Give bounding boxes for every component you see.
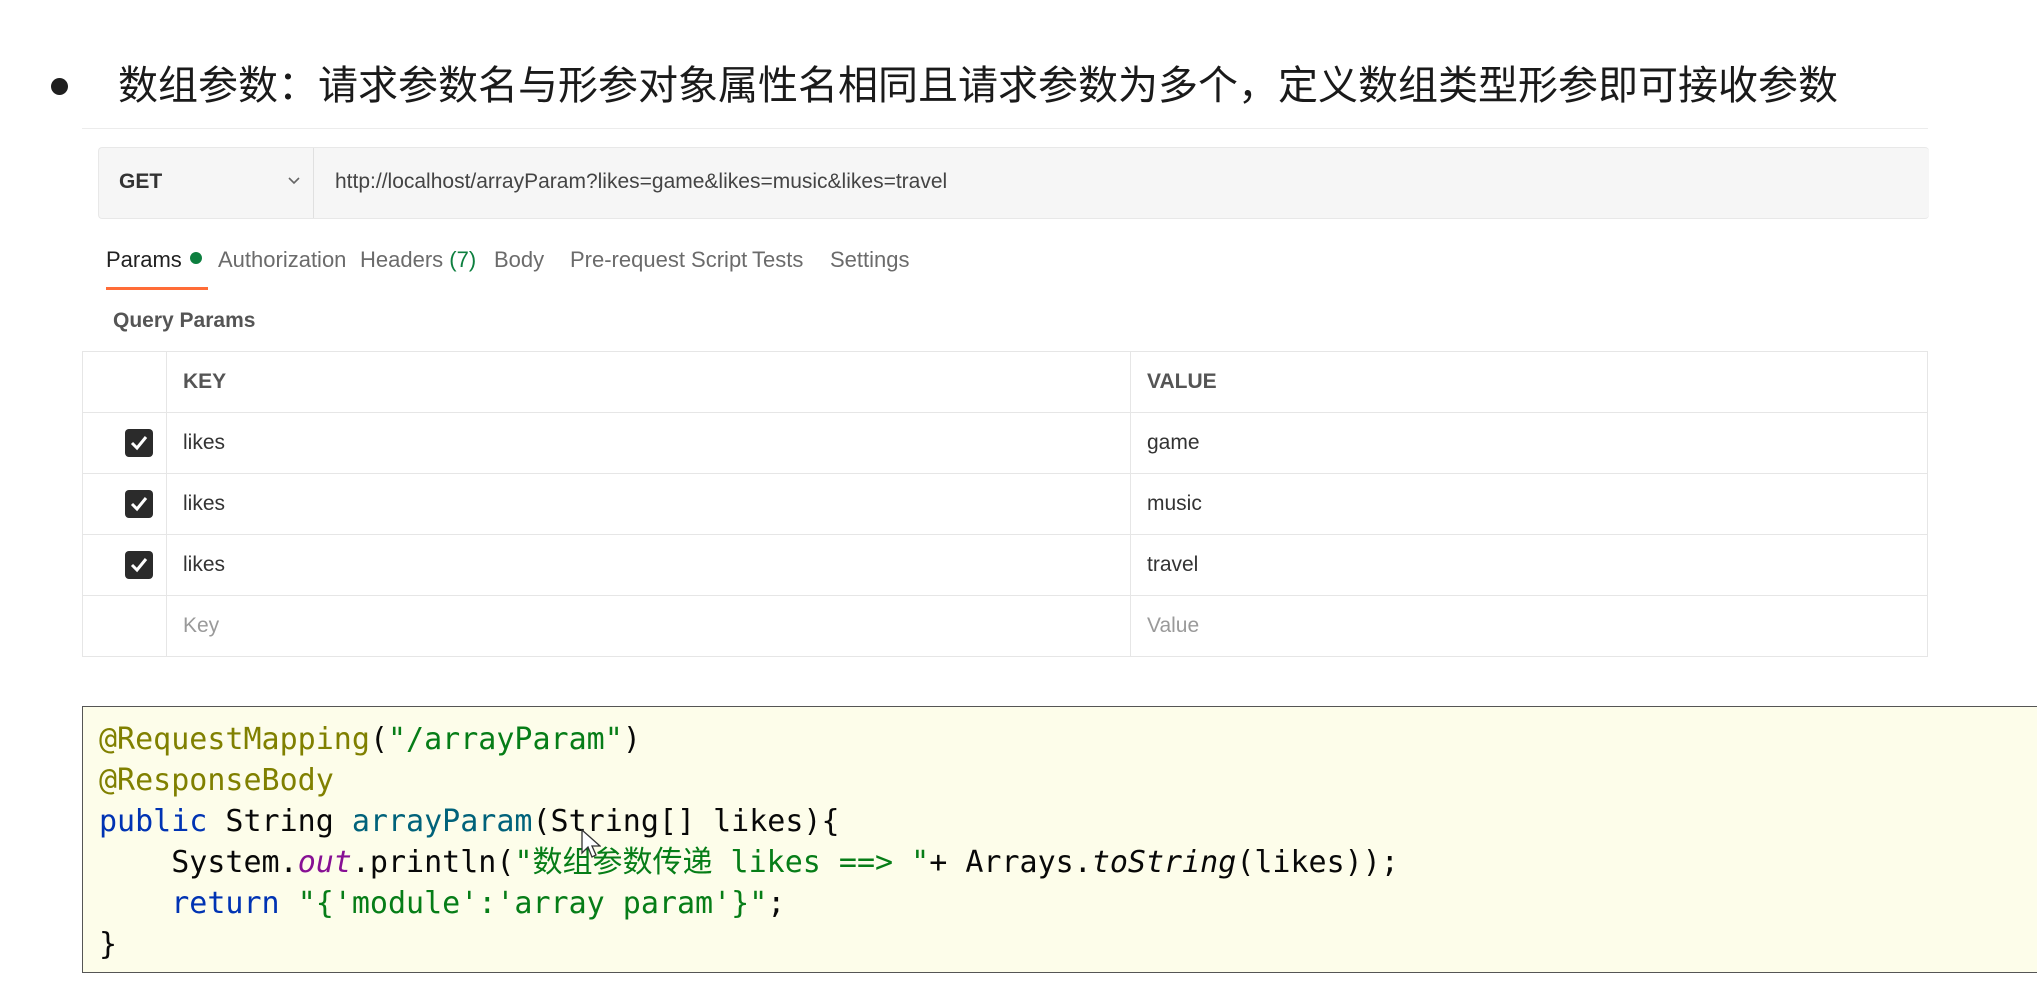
table-row: likes music: [82, 474, 1928, 535]
table-header-row: KEY VALUE: [82, 352, 1928, 413]
code-line-3: public String arrayParam(String[] likes)…: [99, 801, 2037, 842]
tab-body[interactable]: Body: [494, 247, 544, 273]
row-value-cell[interactable]: travel: [1131, 535, 1928, 595]
table-row: likes travel: [82, 535, 1928, 596]
new-value-input[interactable]: Value: [1131, 596, 1928, 656]
code-line-2: @ResponseBody: [99, 760, 2037, 801]
request-panel: GET http://localhost/arrayParam?likes=ga…: [82, 128, 1929, 659]
url-bar: GET http://localhost/arrayParam?likes=ga…: [98, 147, 1929, 219]
tab-headers-label: Headers: [360, 247, 444, 272]
code-type: String: [207, 804, 352, 839]
table-row-empty: Key Value: [82, 596, 1928, 657]
query-params-table: KEY VALUE likes game likes music likes t…: [82, 351, 1928, 657]
value-placeholder: Value: [1147, 614, 1200, 637]
param-value: travel: [1147, 553, 1199, 576]
row-key-cell[interactable]: likes: [167, 413, 1131, 473]
code-keyword: return: [171, 886, 280, 921]
code-string: "数组参数传递 likes ==> ": [514, 845, 930, 880]
header-check-cell: [83, 352, 167, 412]
method-select[interactable]: GET: [99, 148, 314, 218]
query-params-title: Query Params: [113, 309, 256, 332]
param-key: likes: [183, 431, 226, 454]
key-placeholder: Key: [183, 614, 220, 637]
page-heading: 数组参数：请求参数名与形参对象属性名相同且请求参数为多个，定义数组类型形参即可接…: [118, 63, 1838, 109]
row-check-cell: [83, 413, 167, 473]
row-check-cell: [83, 596, 167, 656]
code-keyword: public: [99, 804, 208, 839]
column-header-value: VALUE: [1147, 370, 1217, 393]
tab-headers-count: (7): [449, 247, 477, 272]
mouse-cursor-icon: [581, 829, 601, 858]
tab-headers[interactable]: Headers (7): [360, 247, 476, 273]
code-text: .println(: [351, 845, 515, 880]
code-line-1: @RequestMapping("/arrayParam"): [99, 719, 2037, 760]
code-text: (likes));: [1236, 845, 1399, 880]
code-annotation: @RequestMapping: [99, 722, 370, 757]
code-block: @RequestMapping("/arrayParam") @Response…: [82, 706, 2037, 973]
header-key-cell: KEY: [167, 352, 1131, 412]
code-text: System.: [171, 845, 298, 880]
row-check-cell: [83, 535, 167, 595]
url-input[interactable]: http://localhost/arrayParam?likes=game&l…: [335, 170, 947, 194]
checkmark-icon: [130, 558, 148, 573]
code-paren: ): [622, 722, 641, 757]
tab-pre-request-script-label: Pre-request Script: [570, 247, 748, 272]
row-key-cell[interactable]: likes: [167, 535, 1131, 595]
tab-body-label: Body: [494, 247, 545, 272]
code-method-name: arrayParam: [351, 804, 533, 839]
code-string: "/arrayParam": [388, 722, 623, 757]
chevron-down-icon: [288, 177, 300, 185]
code-static-method: toString: [1091, 845, 1237, 880]
param-value: game: [1147, 431, 1200, 454]
row-key-cell[interactable]: likes: [167, 474, 1131, 534]
tab-authorization[interactable]: Authorization: [218, 247, 346, 273]
tab-params[interactable]: Params: [106, 247, 208, 290]
bullet-point: [51, 78, 68, 95]
tab-settings-label: Settings: [830, 247, 910, 272]
code-brace: }: [99, 927, 118, 962]
new-key-input[interactable]: Key: [167, 596, 1131, 656]
code-line-6: }: [99, 924, 2037, 965]
row-checkbox[interactable]: [125, 490, 153, 518]
code-text: ;: [767, 886, 786, 921]
tab-pre-request-script[interactable]: Pre-request Script: [570, 247, 747, 273]
tab-active-underline: [106, 287, 208, 290]
header-value-cell: VALUE: [1131, 352, 1928, 412]
checkmark-icon: [130, 436, 148, 451]
param-value: music: [1147, 492, 1202, 515]
tab-tests-label: Tests: [752, 247, 804, 272]
params-active-dot-icon: [189, 252, 202, 264]
row-value-cell[interactable]: game: [1131, 413, 1928, 473]
checkmark-icon: [130, 497, 148, 512]
tab-authorization-label: Authorization: [218, 247, 347, 272]
tab-params-label: Params: [106, 247, 182, 272]
column-header-key: KEY: [183, 370, 227, 393]
row-value-cell[interactable]: music: [1131, 474, 1928, 534]
code-line-4: System.out.println("数组参数传递 likes ==> "+ …: [99, 842, 2037, 883]
method-label: GET: [119, 170, 163, 193]
code-paren: (: [369, 722, 388, 757]
row-checkbox[interactable]: [125, 429, 153, 457]
code-line-5: return "{'module':'array param'}";: [99, 883, 2037, 924]
param-key: likes: [183, 492, 226, 515]
tab-tests[interactable]: Tests: [752, 247, 803, 273]
row-checkbox[interactable]: [125, 551, 153, 579]
table-row: likes game: [82, 413, 1928, 474]
param-key: likes: [183, 553, 226, 576]
code-params: (String[] likes){: [532, 804, 840, 839]
tab-settings[interactable]: Settings: [830, 247, 910, 273]
code-field: out: [297, 845, 352, 880]
code-annotation: @ResponseBody: [99, 763, 334, 798]
row-check-cell: [83, 474, 167, 534]
code-string: "{'module':'array param'}": [297, 886, 768, 921]
code-text: + Arrays.: [929, 845, 1092, 880]
